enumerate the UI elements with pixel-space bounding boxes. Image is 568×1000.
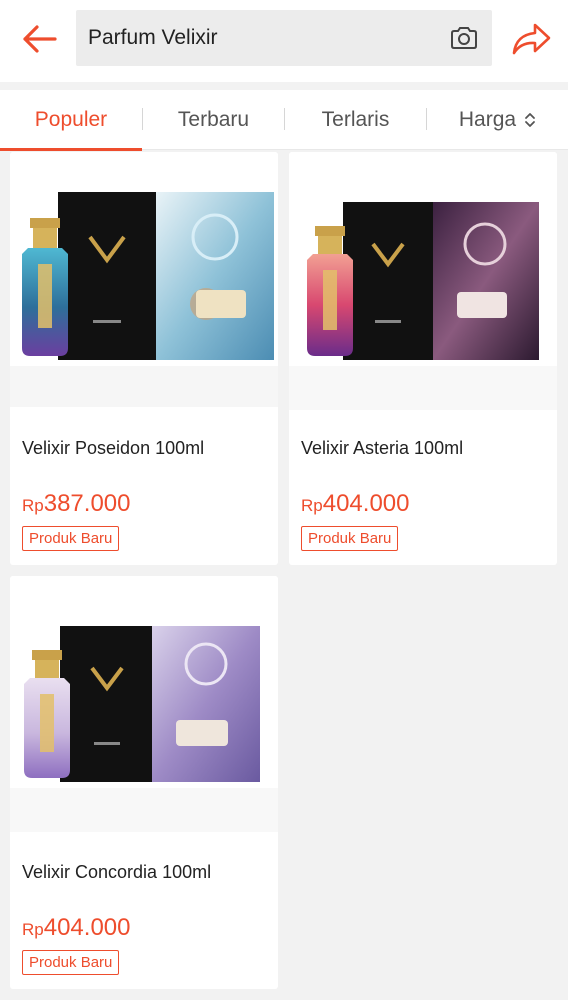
price-currency: Rp xyxy=(22,920,44,939)
product-price: Rp387.000 xyxy=(22,490,131,518)
product-title: Velixir Poseidon 100ml xyxy=(22,438,205,458)
new-product-badge: Produk Baru xyxy=(22,526,120,551)
new-product-badge: Produk Baru xyxy=(301,526,399,551)
back-arrow-icon xyxy=(23,25,57,53)
product-card[interactable]: Velixir Poseidon 100ml Rp387.000 Produk … xyxy=(10,152,278,565)
new-product-badge: Produk Baru xyxy=(22,950,120,975)
camera-icon xyxy=(451,27,477,49)
price-currency: Rp xyxy=(301,496,323,515)
search-input[interactable] xyxy=(88,10,428,66)
top-bar xyxy=(0,0,568,82)
search-bar[interactable] xyxy=(76,10,492,66)
tab-terbaru[interactable]: Terbaru xyxy=(143,90,284,150)
product-price: Rp404.000 xyxy=(22,914,131,942)
back-button[interactable] xyxy=(16,16,62,62)
product-title: Velixir Asteria 100ml xyxy=(301,438,464,458)
tab-label: Terlaris xyxy=(321,108,390,131)
tab-terlaris[interactable]: Terlaris xyxy=(285,90,426,150)
tab-harga[interactable]: Harga xyxy=(427,90,568,150)
product-image xyxy=(289,152,557,410)
tab-label: Terbaru xyxy=(177,108,250,131)
tab-populer[interactable]: Populer xyxy=(0,90,142,151)
share-icon xyxy=(512,23,551,55)
camera-search-button[interactable] xyxy=(448,22,480,54)
sort-updown-icon xyxy=(524,111,536,129)
share-button[interactable] xyxy=(508,18,554,60)
product-card[interactable]: Velixir Asteria 100ml Rp404.000 Produk B… xyxy=(289,152,557,565)
price-amount: 404.000 xyxy=(43,914,131,941)
product-title: Velixir Concordia 100ml xyxy=(22,862,212,882)
product-card[interactable]: Velixir Concordia 100ml Rp404.000 Produk… xyxy=(10,576,278,989)
product-image xyxy=(10,576,278,832)
price-amount: 404.000 xyxy=(322,490,410,517)
tab-label: Populer xyxy=(34,108,108,131)
product-image xyxy=(10,152,278,407)
product-price: Rp404.000 xyxy=(301,490,410,518)
sort-tabs: Populer Terbaru Terlaris Harga xyxy=(0,90,568,151)
price-currency: Rp xyxy=(22,496,44,515)
price-amount: 387.000 xyxy=(43,490,131,517)
tab-label: Harga xyxy=(458,108,517,131)
